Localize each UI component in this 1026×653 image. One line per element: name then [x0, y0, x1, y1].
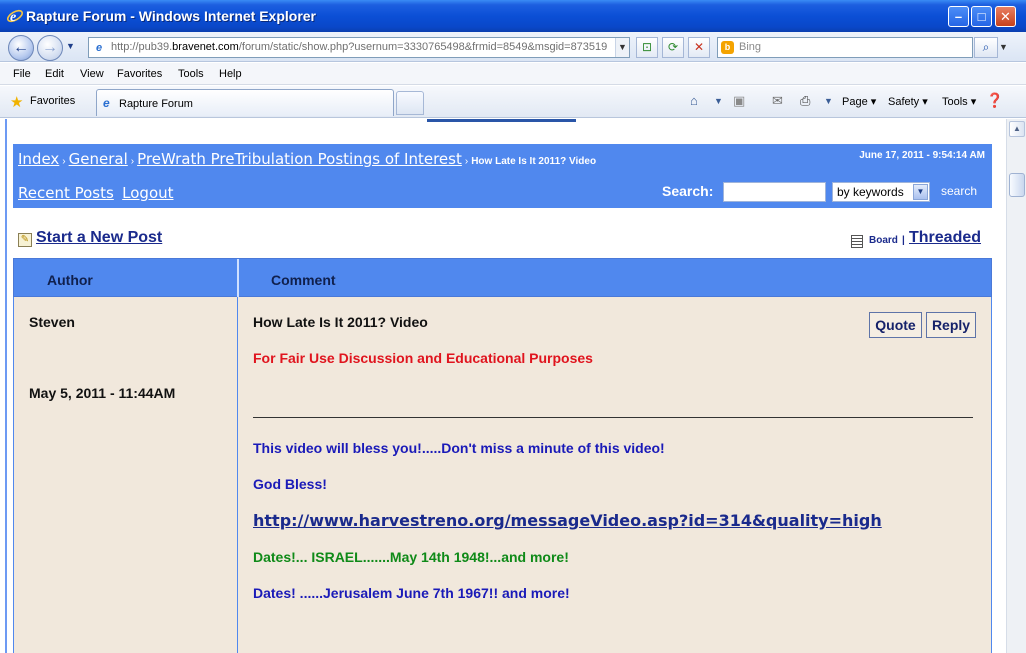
read-mail-icon[interactable]: ✉ [772, 93, 783, 109]
tools-menu[interactable]: Tools ▾ [942, 95, 976, 108]
minimize-button[interactable]: – [948, 6, 969, 27]
search-mode-select[interactable]: by keywords ▼ [832, 182, 930, 202]
quote-button[interactable]: Quote [869, 312, 922, 338]
address-field[interactable]: e http://pub39.bravenet.com/forum/static… [88, 37, 630, 58]
breadcrumb: Index › General › PreWrath PreTribulation Po… [18, 150, 596, 168]
menu-help[interactable]: Help [219, 68, 242, 80]
column-divider [237, 297, 238, 653]
threaded-view-link[interactable]: Threaded [909, 229, 981, 247]
help-icon[interactable]: ❓ [986, 92, 1003, 109]
stop-icon[interactable]: ✕ [688, 37, 710, 58]
history-dropdown-icon[interactable]: ▼ [66, 41, 75, 51]
post-author: Steven [29, 314, 75, 330]
breadcrumb-general[interactable]: General [69, 150, 128, 168]
post-body-line: Dates!... ISRAEL.......May 14th 1948!...… [253, 549, 569, 565]
tab-rapture-forum[interactable]: e Rapture Forum [96, 89, 394, 116]
top-accent-line [427, 119, 576, 122]
menu-view[interactable]: View [80, 68, 104, 80]
url-text: http://pub39.bravenet.com/forum/static/s… [111, 41, 608, 53]
post-divider [253, 417, 973, 418]
favorites-bar: ★ Favorites e Rapture Forum ⌂ ▼ ▣ ✉ ⎙ ▼ … [0, 86, 1026, 118]
search-label: Search: [662, 183, 714, 199]
favorites-button[interactable]: Favorites [30, 95, 75, 107]
vertical-scrollbar[interactable]: ▲ [1006, 119, 1026, 653]
board-view-icon[interactable] [851, 235, 863, 248]
chevron-down-icon: ▼ [913, 184, 928, 200]
author-column-header: Author [47, 272, 93, 288]
breadcrumb-category[interactable]: PreWrath PreTribulation Postings of Inte… [137, 150, 462, 168]
menu-file[interactable]: File [13, 68, 31, 80]
new-tab-button[interactable] [396, 91, 424, 115]
home-dropdown-icon[interactable]: ▼ [714, 96, 723, 106]
menu-edit[interactable]: Edit [45, 68, 64, 80]
tab-page-icon: e [103, 96, 110, 110]
print-icon[interactable]: ⎙ [800, 93, 810, 109]
search-placeholder: Bing [739, 41, 762, 53]
back-button[interactable]: ← [8, 35, 34, 61]
feeds-icon[interactable]: ▣ [733, 93, 745, 109]
forum-search-input[interactable] [723, 182, 826, 202]
window-titlebar: e Rapture Forum - Windows Internet Explo… [0, 0, 1026, 32]
page-menu[interactable]: Page ▾ [842, 95, 876, 108]
view-separator: | [902, 235, 905, 246]
menu-bar: File Edit View Favorites Tools Help [0, 63, 1026, 85]
forum-header-band: Index › General › PreWrath PreTribulation Po… [13, 144, 992, 208]
post-row: Steven May 5, 2011 - 11:44AM How Late Is… [13, 297, 992, 653]
safety-menu[interactable]: Safety ▾ [888, 95, 928, 108]
post-title: How Late Is It 2011? Video [253, 314, 428, 330]
reply-button[interactable]: Reply [926, 312, 976, 338]
menu-favorites[interactable]: Favorites [117, 68, 162, 80]
window-title: Rapture Forum - Windows Internet Explore… [26, 8, 317, 24]
server-timestamp: June 17, 2011 - 9:54:14 AM [859, 150, 985, 161]
post-date: May 5, 2011 - 11:44AM [29, 385, 176, 401]
address-dropdown-icon[interactable]: ▼ [615, 38, 629, 57]
menu-tools[interactable]: Tools [178, 68, 204, 80]
refresh-icon[interactable]: ⟳ [662, 37, 684, 58]
start-new-post-link[interactable]: Start a New Post [36, 229, 162, 247]
page-viewport: Index › General › PreWrath PreTribulation Po… [0, 119, 1026, 653]
post-body-line: This video will bless you!.....Don't mis… [253, 440, 665, 456]
home-icon[interactable]: ⌂ [690, 93, 698, 108]
print-dropdown-icon[interactable]: ▼ [824, 96, 833, 106]
breadcrumb-index[interactable]: Index [18, 150, 59, 168]
breadcrumb-separator: › [464, 156, 469, 167]
logout-link[interactable]: Logout [122, 184, 173, 202]
ie-logo-icon: e [6, 9, 24, 25]
comment-column-header: Comment [271, 272, 336, 288]
favorites-star-icon[interactable]: ★ [10, 93, 23, 111]
svg-text:e: e [10, 10, 16, 25]
new-post-icon[interactable]: ✎ [18, 233, 32, 247]
search-input[interactable]: b Bing [717, 37, 973, 58]
tab-title: Rapture Forum [119, 98, 193, 110]
forward-button[interactable]: → [37, 35, 63, 61]
search-button[interactable]: search [941, 184, 977, 198]
column-divider [237, 259, 239, 298]
posts-table-header: Author Comment [13, 258, 992, 298]
post-body-line: Dates! ......Jerusalem June 7th 1967!! a… [253, 585, 570, 601]
compatibility-view-icon[interactable]: ⊡ [636, 37, 658, 58]
page-left-border [5, 119, 7, 653]
address-toolbar: ← → ▼ e http://pub39.bravenet.com/forum/… [0, 32, 1026, 62]
user-links: Recent Posts Logout [18, 184, 179, 202]
post-body-line: God Bless! [253, 476, 327, 492]
maximize-button[interactable]: □ [971, 6, 992, 27]
scrollbar-thumb[interactable] [1009, 173, 1025, 197]
search-mode-value: by keywords [837, 185, 904, 199]
search-go-button[interactable]: ⌕ [974, 37, 998, 58]
search-options-dropdown-icon[interactable]: ▼ [999, 37, 1011, 58]
page-icon: e [95, 42, 103, 54]
scroll-up-arrow-icon[interactable]: ▲ [1009, 121, 1025, 137]
bing-icon: b [721, 41, 734, 54]
breadcrumb-current: How Late Is It 2011? Video [471, 156, 597, 167]
breadcrumb-separator: › [130, 156, 135, 167]
close-button[interactable]: ✕ [995, 6, 1016, 27]
fair-use-notice: For Fair Use Discussion and Educational … [253, 350, 593, 366]
breadcrumb-separator: › [62, 156, 66, 167]
recent-posts-link[interactable]: Recent Posts [18, 184, 114, 202]
video-link[interactable]: http://www.harvestreno.org/messageVideo.… [253, 511, 882, 530]
board-view-label[interactable]: Board [869, 235, 898, 246]
